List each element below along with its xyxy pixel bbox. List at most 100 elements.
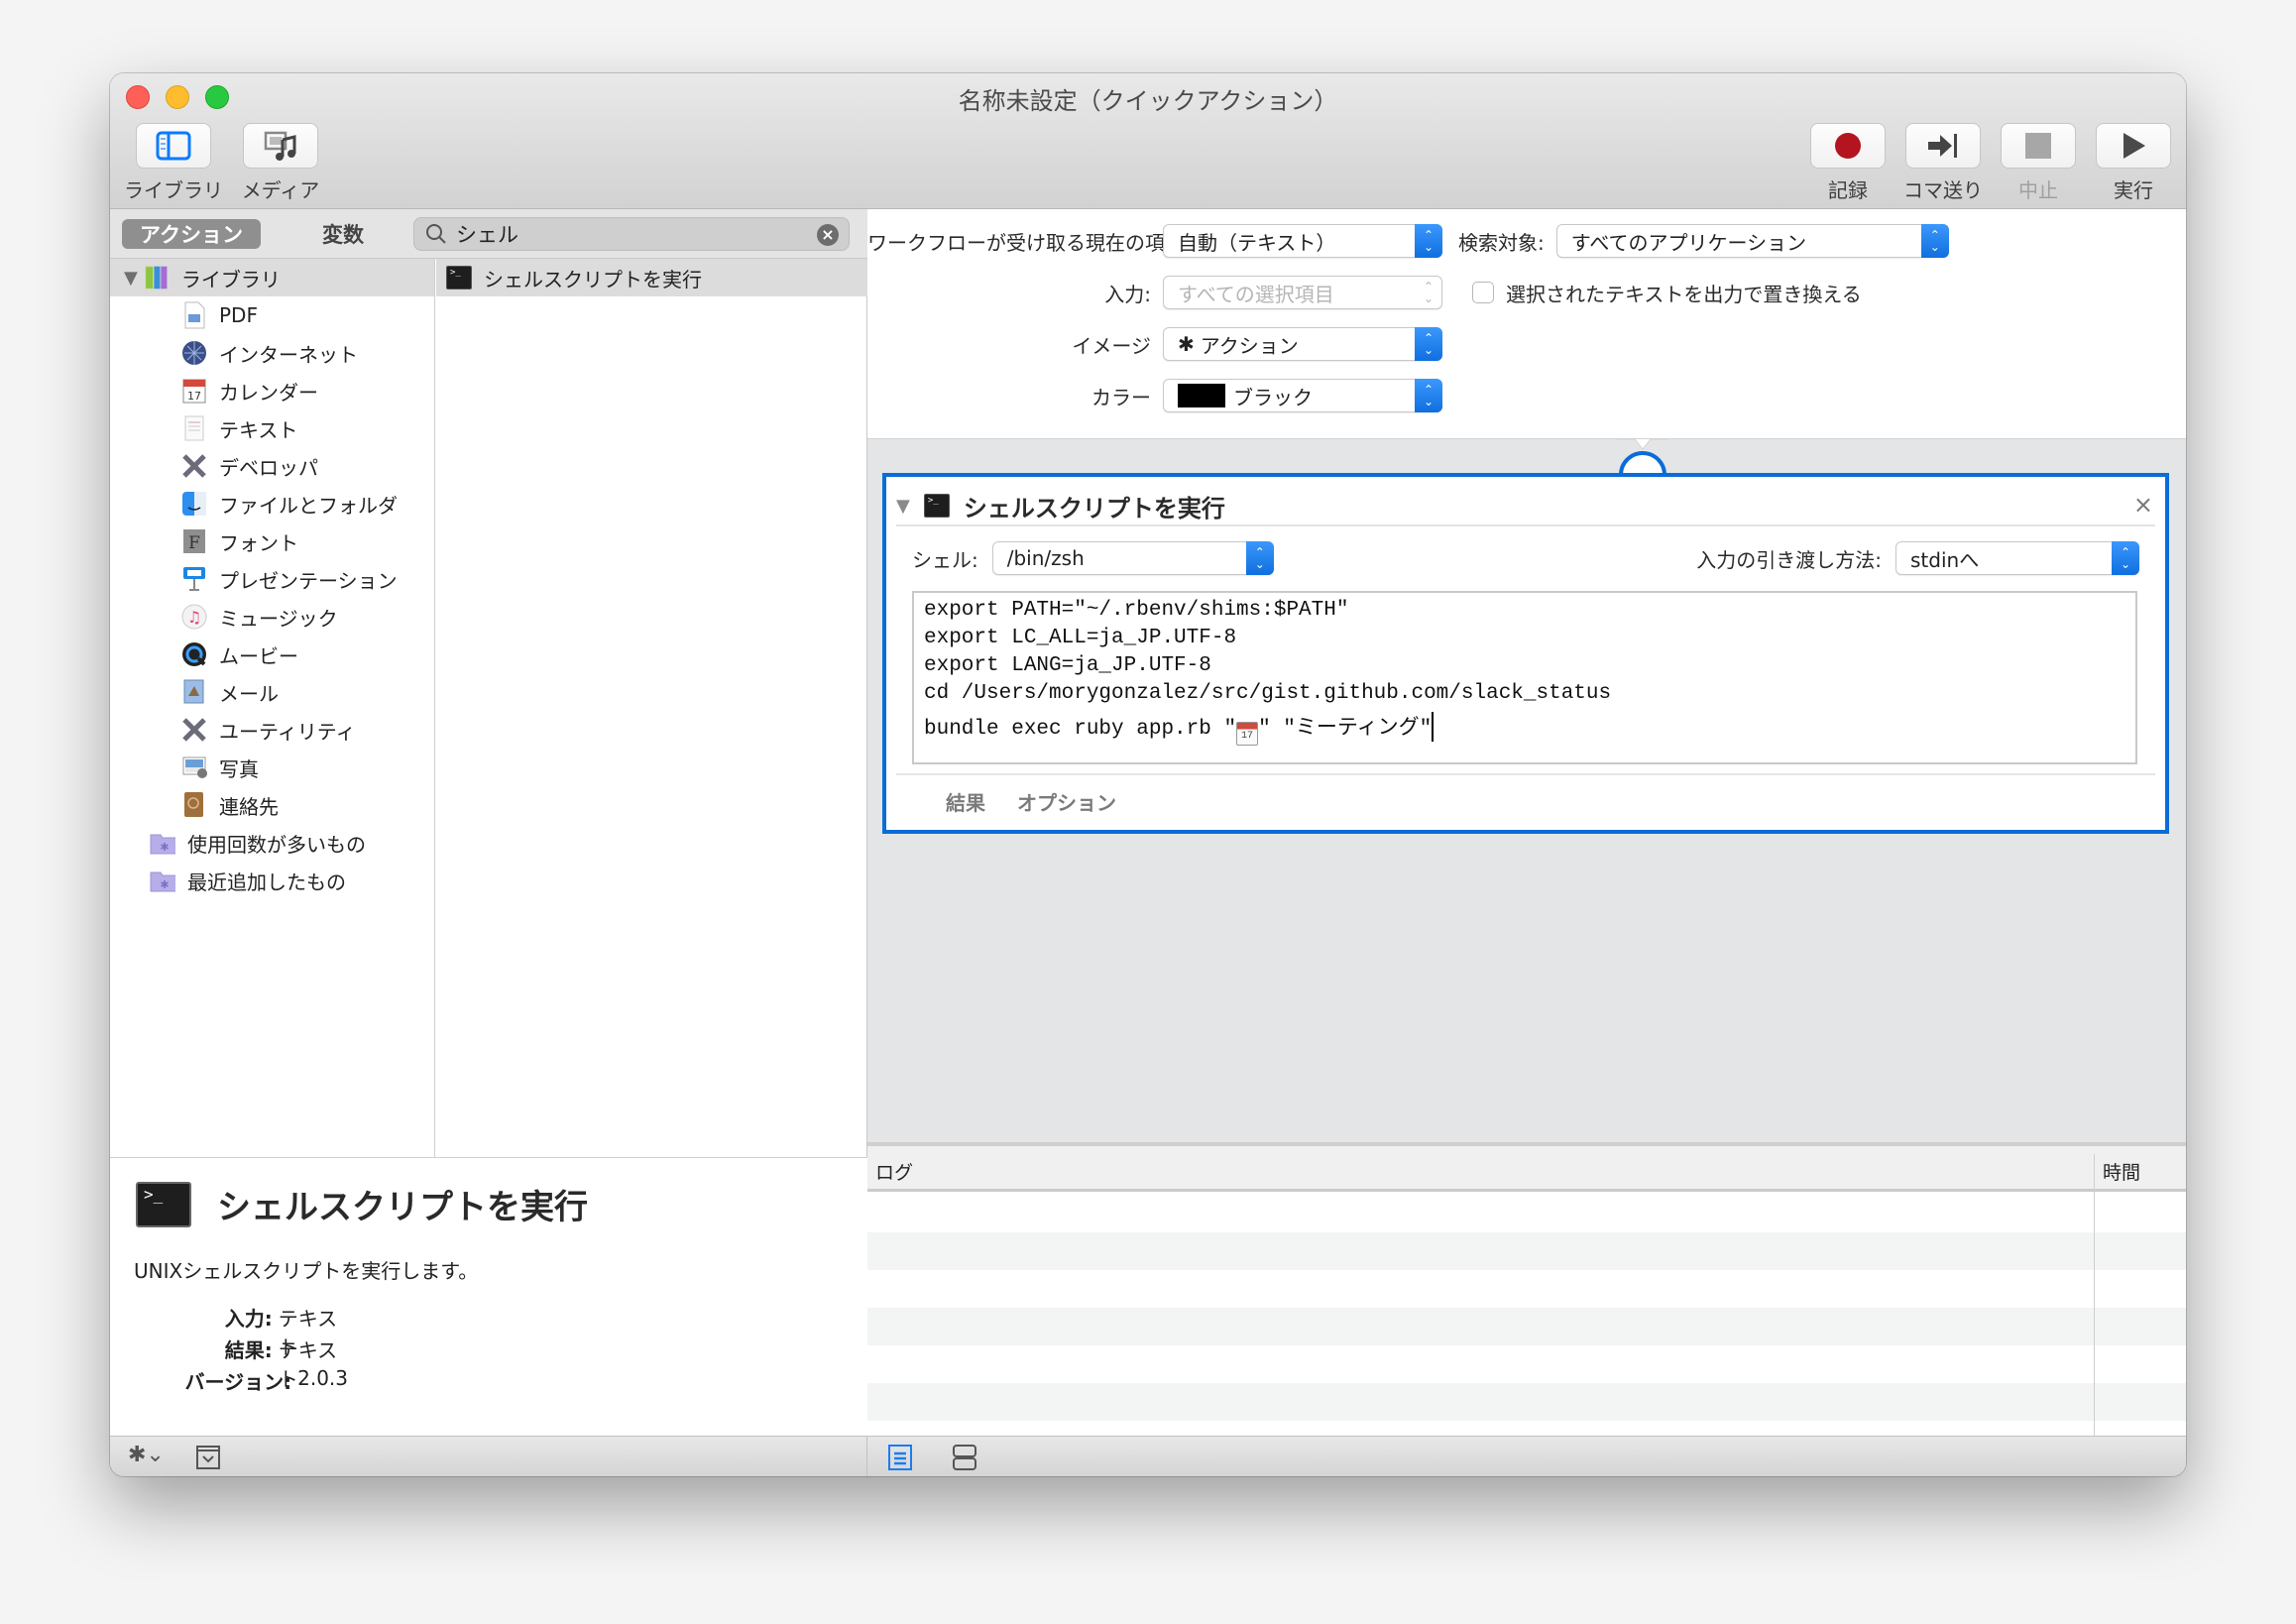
search-target-popup[interactable]: すべてのアプリケーション ⌃ ⌄ (1555, 224, 1949, 258)
collapse-triangle-icon[interactable]: ▼ (896, 496, 910, 517)
presentation-icon (181, 566, 207, 592)
library-category-item-label: インターネット (219, 342, 358, 367)
disclosure-triangle-icon[interactable]: ▼ (124, 268, 138, 289)
library-category-item[interactable]: インターネット (110, 334, 434, 372)
time-column-header[interactable]: 時間 (2103, 1158, 2140, 1185)
media-button[interactable]: メディア (231, 123, 330, 203)
clear-search-icon[interactable]: × (817, 224, 839, 246)
music-icon: ♫ (181, 604, 207, 630)
svg-text:17: 17 (187, 390, 201, 403)
replace-text-checkbox[interactable] (1472, 282, 1494, 303)
color-label: カラー (1091, 385, 1151, 409)
split-view-icon[interactable] (951, 1444, 978, 1471)
smart-group-item[interactable]: ✱ 使用回数が多いもの (110, 824, 434, 862)
library-category-item-label: テキスト (219, 417, 298, 442)
script-editor[interactable]: export PATH="~/.rbenv/shims:$PATH" export… (912, 591, 2137, 764)
description-version-field: バージョン: 2.0.3 (110, 1366, 349, 1395)
calendar-icon: 17 (181, 378, 207, 404)
workflow-bottom-bar (867, 1436, 2186, 1476)
library-category-item-label: フォント (219, 530, 298, 555)
input-label: 入力: (1104, 282, 1151, 306)
library-search-row: アクション 変数 × (110, 209, 867, 259)
search-target-value: すべてのアプリケーション (1570, 230, 1807, 255)
search-input[interactable] (456, 222, 813, 246)
receives-value: 自動（テキスト） (1178, 230, 1336, 255)
column-divider[interactable] (2094, 1154, 2095, 1440)
shell-popup[interactable]: /bin/zsh ⌃ ⌄ (991, 541, 1274, 575)
input-popup[interactable]: すべての選択項目 ⌃ ⌄ (1163, 276, 1442, 309)
toolbar-right: 記録 コマ送り 中止 実行 (1809, 123, 2172, 203)
svg-text:✱: ✱ (160, 878, 169, 891)
library-search-field[interactable]: × (413, 217, 850, 251)
actions-tab[interactable]: アクション (122, 219, 261, 249)
pass-input-popup[interactable]: stdinへ ⌃ ⌄ (1895, 541, 2139, 575)
receives-popup[interactable]: 自動（テキスト） ⌃ ⌄ (1163, 224, 1442, 258)
library-category-item[interactable]: 連絡先 (110, 786, 434, 824)
results-tab[interactable]: 結果 (946, 787, 985, 816)
library-category-item[interactable]: ファイルとフォルダ (110, 485, 434, 522)
library-label: ライブラリ (124, 178, 223, 202)
run-shell-script-action[interactable]: ▼ >_ シェルスクリプトを実行 × シェル: /bin/zsh ⌃ ⌄ 入力の引… (882, 473, 2169, 834)
record-button[interactable]: 記録 (1809, 123, 1887, 203)
step-button[interactable]: コマ送り (1903, 123, 1983, 203)
smart-folder-icon: ✱ (150, 868, 175, 893)
library-category-item[interactable]: メール (110, 673, 434, 711)
library-category-item[interactable]: デベロッパ (110, 447, 434, 485)
library-category-item[interactable]: ユーティリティ (110, 711, 434, 749)
library-toggle-button[interactable]: ライブラリ (124, 123, 223, 203)
text-caret (1432, 712, 1435, 742)
code-text: " "ミーティング" (1258, 718, 1433, 741)
list-view-icon[interactable] (887, 1444, 915, 1471)
mail-icon (181, 679, 207, 705)
code-line: export LANG=ja_JP.UTF-8 (924, 654, 1211, 677)
library-category-list: ▼ ライブラリ PDF インターネット 17 カレンダーテキストデベロッパファイルとフ… (110, 259, 435, 1157)
pass-input-value: stdinへ (1910, 547, 1980, 572)
terminal-large-icon: >_ (136, 1181, 191, 1227)
log-column-header[interactable]: ログ (875, 1158, 913, 1185)
log-rows (867, 1195, 2186, 1458)
log-row (867, 1308, 2186, 1345)
color-popup[interactable]: ブラック ⌃ ⌄ (1163, 379, 1442, 412)
media-label: メディア (241, 178, 320, 202)
library-category-item[interactable]: テキスト (110, 409, 434, 447)
library-category-item[interactable]: PDF (110, 296, 434, 334)
image-popup[interactable]: ✱ アクション ⌃ ⌄ (1163, 327, 1442, 361)
toggle-description-icon[interactable] (195, 1445, 221, 1470)
input-value: すべての選択項目 (1178, 282, 1334, 306)
library-category-item[interactable]: F フォント (110, 522, 434, 560)
library-category-item-label: ミュージック (219, 606, 338, 631)
run-button[interactable]: 実行 (2095, 123, 2172, 203)
stop-icon (2025, 133, 2051, 159)
popup-arrows-icon: ⌃ ⌄ (1245, 541, 1274, 575)
version-key: バージョン: (184, 1370, 292, 1394)
log-row (867, 1345, 2186, 1383)
version-value: 2.0.3 (297, 1366, 348, 1390)
remove-action-icon[interactable]: × (2133, 491, 2153, 519)
library-category-item[interactable]: 17 カレンダー (110, 372, 434, 409)
terminal-icon: >_ (446, 265, 472, 290)
library-category-item[interactable]: 写真 (110, 749, 434, 786)
gear-icon: ✱ (1178, 332, 1195, 356)
options-tab[interactable]: オプション (1017, 787, 1116, 816)
svg-text:✱: ✱ (160, 841, 169, 854)
variables-tab[interactable]: 変数 (293, 219, 393, 249)
image-label: イメージ (1072, 333, 1151, 358)
library-category-item-label: デベロッパ (219, 455, 318, 480)
library-category-item[interactable]: プレゼンテーション (110, 560, 434, 598)
shell-label: シェル: (912, 547, 978, 572)
stop-button[interactable]: 中止 (2000, 123, 2077, 203)
smart-group-item[interactable]: ✱ 最近追加したもの (110, 862, 434, 899)
calendar-emoji-icon: 17 (1236, 722, 1259, 746)
popup-arrows-icon: ⌃ ⌄ (1415, 379, 1442, 412)
library-category-item[interactable]: ムービー (110, 636, 434, 673)
library-root-item[interactable]: ▼ ライブラリ (110, 259, 434, 296)
step-icon (1928, 134, 1957, 158)
popup-arrows-icon: ⌃ ⌄ (1423, 280, 1435, 305)
library-bottom-bar: ✱⌄ (110, 1436, 867, 1476)
log-row (867, 1195, 2186, 1232)
action-title: シェルスクリプトを実行 (963, 494, 1225, 522)
action-result-item[interactable]: >_ シェルスクリプトを実行 (436, 259, 867, 296)
workflow-settings: ワークフローが受け取る現在の項目: 自動（テキスト） ⌃ ⌄ 検索対象: すべての… (867, 209, 2186, 439)
gear-menu-icon[interactable]: ✱⌄ (128, 1443, 165, 1467)
library-category-item[interactable]: ♫ ミュージック (110, 598, 434, 636)
